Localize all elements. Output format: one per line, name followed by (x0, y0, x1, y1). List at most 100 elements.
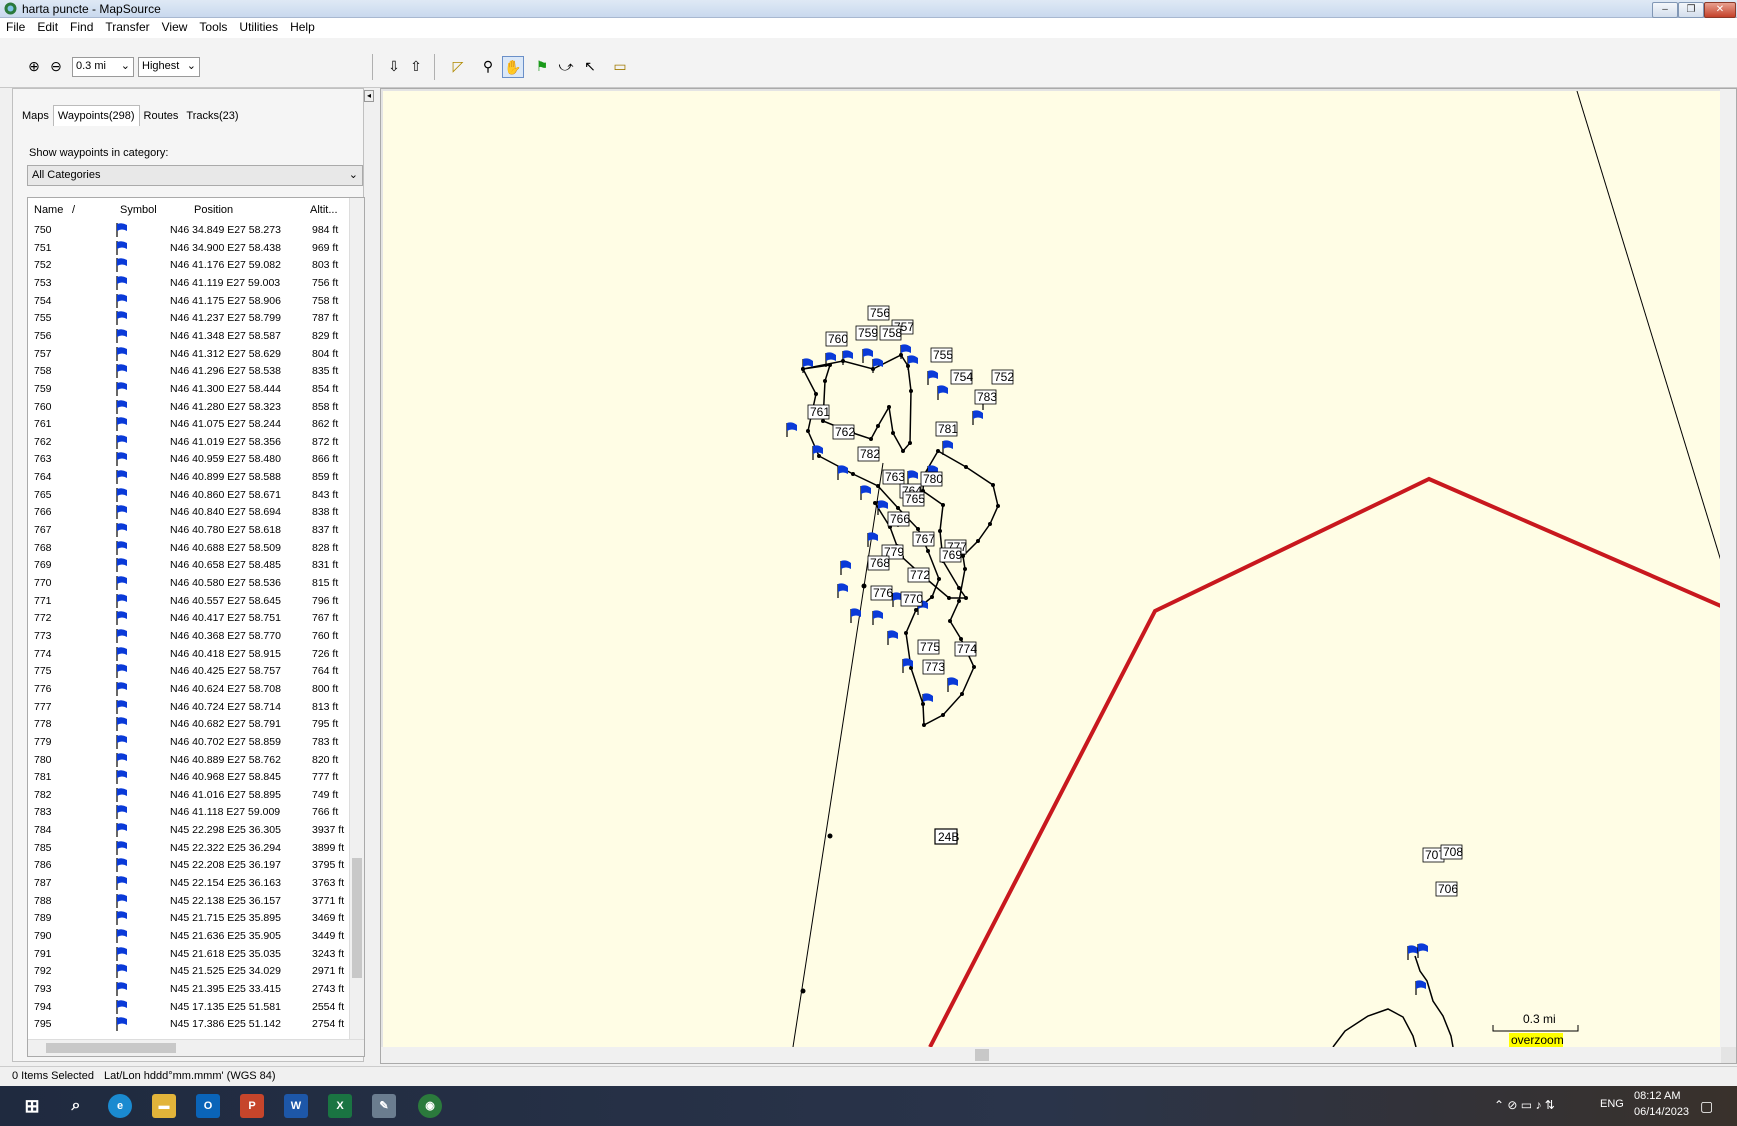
waypoint-map-label[interactable]: 759 (855, 325, 878, 341)
table-row[interactable]: 778 N46 40.682 E27 58.791 795 ft (28, 716, 346, 733)
table-row[interactable]: 765 N46 40.860 E27 58.671 843 ft (28, 487, 346, 504)
table-row[interactable]: 775 N46 40.425 E27 58.757 764 ft (28, 663, 346, 680)
waypoint-map-label[interactable]: 754 (950, 369, 973, 385)
waypoint-flag-icon[interactable] (907, 470, 918, 485)
waypoint-flag-icon[interactable] (972, 410, 983, 425)
collapse-panel-icon[interactable]: ◂ (364, 90, 374, 102)
table-row[interactable]: 791 N45 21.618 E25 35.035 3243 ft (28, 946, 346, 963)
table-row[interactable]: 768 N46 40.688 E27 58.509 828 ft (28, 540, 346, 557)
waypoint-map-label[interactable]: 776 (870, 585, 893, 601)
tab-routes[interactable]: Routes (140, 106, 183, 126)
map-horizontal-scrollbar[interactable] (381, 1047, 1721, 1063)
receive-from-device-icon[interactable]: ⇩ (384, 56, 404, 76)
waypoint-flag-icon[interactable] (862, 348, 873, 363)
close-button[interactable]: ✕ (1704, 2, 1736, 18)
tab-tracks[interactable]: Tracks(23) (182, 106, 242, 126)
scroll-thumb[interactable] (975, 1049, 989, 1061)
waypoint-flag-icon[interactable] (837, 465, 848, 480)
table-row[interactable]: 781 N46 40.968 E27 58.845 777 ft (28, 769, 346, 786)
table-row[interactable]: 753 N46 41.119 E27 59.003 756 ft (28, 275, 346, 292)
map-vertical-scrollbar[interactable] (1720, 89, 1736, 1047)
menu-edit[interactable]: Edit (31, 18, 64, 36)
word-icon[interactable]: W (284, 1094, 308, 1118)
table-row[interactable]: 752 N46 41.176 E27 59.082 803 ft (28, 257, 346, 274)
waypoint-flag-icon[interactable] (927, 370, 938, 385)
waypoint-map-label[interactable]: 773 (922, 659, 945, 675)
route-tool-icon[interactable]: ⤻ (556, 56, 576, 76)
zoom-tool-icon[interactable]: ⚲ (478, 56, 498, 76)
table-row[interactable]: 770 N46 40.580 E27 58.536 815 ft (28, 575, 346, 592)
mapsource-taskbar-icon[interactable]: ◉ (418, 1094, 442, 1118)
waypoint-map-label[interactable]: 760 (825, 331, 848, 347)
waypoint-flag-icon[interactable] (872, 610, 883, 625)
table-row[interactable]: 751 N46 34.900 E27 58.438 969 ft (28, 240, 346, 257)
waypoint-map-label[interactable]: 756 (867, 305, 890, 321)
waypoint-map-label[interactable]: 708 (1440, 844, 1463, 860)
list-horizontal-scrollbar[interactable] (28, 1039, 364, 1056)
waypoint-flag-icon[interactable] (922, 693, 933, 708)
waypoint-map-label[interactable]: 767 (912, 531, 935, 547)
waypoint-map-label[interactable]: 782 (857, 446, 880, 462)
distance-bearing-tool-icon[interactable]: ▭ (610, 56, 630, 76)
table-row[interactable]: 785 N45 22.322 E25 36.294 3899 ft (28, 840, 346, 857)
table-row[interactable]: 764 N46 40.899 E27 58.588 859 ft (28, 469, 346, 486)
restore-button[interactable]: ❐ (1678, 2, 1704, 18)
table-row[interactable]: 774 N46 40.418 E27 58.915 726 ft (28, 646, 346, 663)
zoom-out-icon[interactable]: ⊖ (46, 56, 66, 76)
table-row[interactable]: 777 N46 40.724 E27 58.714 813 ft (28, 699, 346, 716)
table-row[interactable]: 792 N45 21.525 E25 34.029 2971 ft (28, 963, 346, 980)
waypoint-map-label[interactable]: 765 (902, 491, 925, 507)
waypoint-flag-icon[interactable] (947, 677, 958, 692)
column-position[interactable]: Position (194, 198, 233, 222)
outlook-icon[interactable]: O (196, 1094, 220, 1118)
column-symbol[interactable]: Symbol (120, 198, 157, 222)
map-tool-icon[interactable]: ◸ (448, 56, 468, 76)
waypoint-flag-icon[interactable] (1407, 945, 1418, 960)
waypoint-flag-icon[interactable] (837, 583, 848, 598)
waypoint-flag-icon[interactable] (867, 532, 878, 547)
app-icon[interactable]: ✎ (372, 1094, 396, 1118)
menu-utilities[interactable]: Utilities (233, 18, 284, 36)
excel-icon[interactable]: X (328, 1094, 352, 1118)
table-row[interactable]: 757 N46 41.312 E27 58.629 804 ft (28, 346, 346, 363)
menu-file[interactable]: File (0, 18, 31, 36)
list-vertical-scrollbar[interactable] (349, 198, 364, 1040)
map-canvas[interactable]: 756 757 759 758 760 755 754 752 783 761 762 782 781 7… (383, 91, 1721, 1047)
column-altitude[interactable]: Altit... (310, 198, 338, 222)
table-row[interactable]: 780 N46 40.889 E27 58.762 820 ft (28, 752, 346, 769)
table-row[interactable]: 759 N46 41.300 E27 58.444 854 ft (28, 381, 346, 398)
category-select[interactable]: All Categories ⌄ (27, 165, 363, 186)
table-row[interactable]: 788 N45 22.138 E25 36.157 3771 ft (28, 893, 346, 910)
table-row[interactable]: 756 N46 41.348 E27 58.587 829 ft (28, 328, 346, 345)
zoom-in-icon[interactable]: ⊕ (24, 56, 44, 76)
clock-date[interactable]: 06/14/2023 (1634, 1106, 1689, 1118)
waypoint-map-label[interactable]: 772 (907, 567, 930, 583)
table-row[interactable]: 763 N46 40.959 E27 58.480 866 ft (28, 451, 346, 468)
waypoint-map-label[interactable]: 706 (1435, 881, 1458, 897)
table-row[interactable]: 795 N45 17.386 E25 51.142 2754 ft (28, 1016, 346, 1033)
table-row[interactable]: 760 N46 41.280 E27 58.323 858 ft (28, 399, 346, 416)
table-row[interactable]: 790 N45 21.636 E25 35.905 3449 ft (28, 928, 346, 945)
waypoint-map-label[interactable]: 763 (882, 469, 905, 485)
selection-tool-icon[interactable]: ↖ (580, 56, 600, 76)
waypoint-flag-icon[interactable] (937, 385, 948, 400)
notifications-icon[interactable]: ▢ (1700, 1098, 1713, 1115)
waypoint-map-label[interactable]: 752 (991, 369, 1014, 385)
waypoint-tool-icon[interactable]: ⚑ (532, 56, 552, 76)
table-row[interactable]: 776 N46 40.624 E27 58.708 800 ft (28, 681, 346, 698)
waypoint-flag-icon[interactable] (877, 500, 888, 515)
waypoint-map-label[interactable]: 783 (974, 389, 997, 405)
waypoint-map-label[interactable]: 770 (900, 591, 923, 607)
table-row[interactable]: 784 N45 22.298 E25 36.305 3937 ft (28, 822, 346, 839)
table-row[interactable]: 786 N45 22.208 E25 36.197 3795 ft (28, 857, 346, 874)
windows-start-icon[interactable]: ⊞ (20, 1094, 44, 1118)
hand-pan-tool-icon[interactable]: ✋ (502, 56, 524, 78)
detail-level-select[interactable]: Highest ⌄ (138, 57, 200, 77)
clock-time[interactable]: 08:12 AM (1634, 1090, 1680, 1102)
table-row[interactable]: 782 N46 41.016 E27 58.895 749 ft (28, 787, 346, 804)
map-graphic[interactable]: 756757759 758760755754 7527837617627827817… (383, 91, 1721, 1047)
waypoint-map-label[interactable]: 774 (954, 641, 977, 657)
table-row[interactable]: 755 N46 41.237 E27 58.799 787 ft (28, 310, 346, 327)
waypoint-flag-icon[interactable] (907, 355, 918, 370)
waypoint-map-label[interactable]: 766 (887, 511, 910, 527)
